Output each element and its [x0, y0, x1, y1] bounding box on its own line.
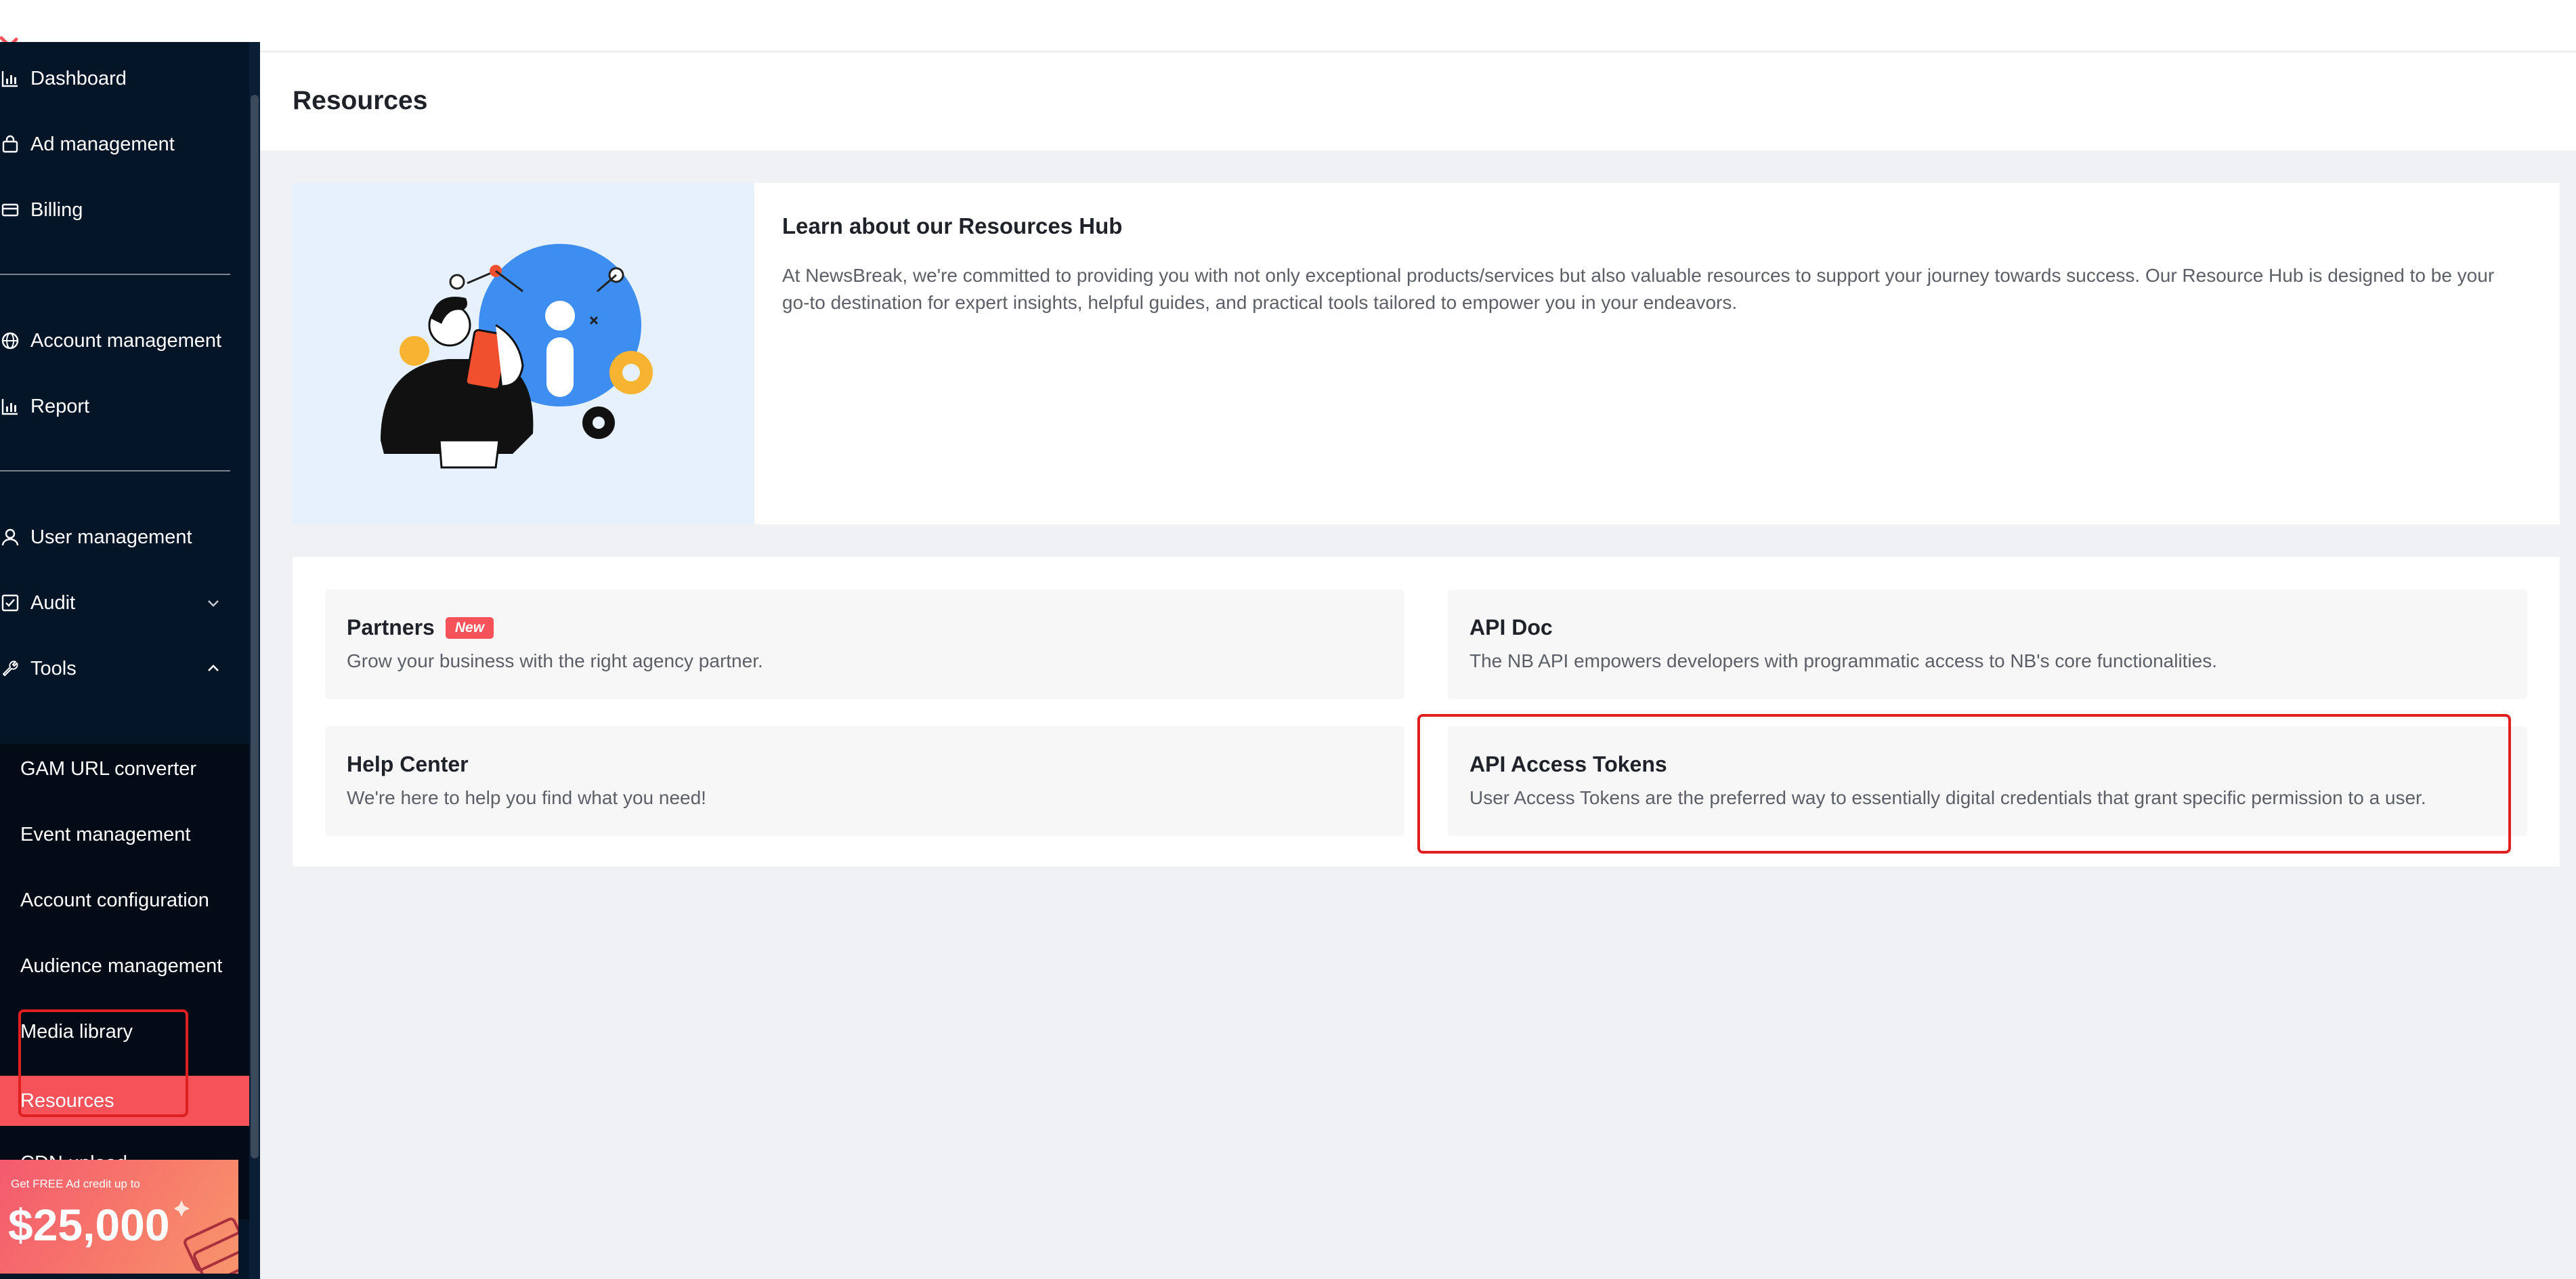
tools-submenu: GAM URL converter Event management Accou… — [0, 744, 249, 1219]
page-header: Resources — [260, 52, 2576, 150]
nav-label: Dashboard — [30, 67, 127, 89]
globe-icon — [0, 331, 20, 351]
card-title: Partners — [347, 615, 435, 640]
nav-label: Ad management — [30, 133, 175, 155]
credit-card-icon — [0, 200, 20, 220]
nav-tools[interactable]: Tools — [0, 645, 249, 692]
top-bar — [0, 0, 2576, 52]
nav-label: User management — [30, 526, 192, 548]
sidebar-divider — [0, 274, 230, 275]
nav-report[interactable]: Report — [0, 383, 249, 430]
hero-illustration — [293, 183, 754, 524]
nav-dashboard[interactable]: Dashboard — [0, 55, 249, 102]
submenu-audience-management[interactable]: Audience management — [0, 941, 249, 991]
hero-description: At NewsBreak, we're committed to providi… — [782, 265, 2495, 313]
promo-text: Get FREE Ad credit up to — [11, 1177, 140, 1190]
nav-label: Billing — [30, 198, 83, 221]
hero-title: Learn about our Resources Hub — [782, 213, 1123, 238]
money-illustration-icon — [175, 1200, 238, 1274]
sidebar-scrollbar-thumb[interactable] — [251, 95, 259, 1158]
nav-ad-management[interactable]: Ad management — [0, 121, 249, 168]
nav-label: Audit — [30, 591, 76, 614]
card-title-row: Partners New — [347, 615, 494, 640]
submenu-resources[interactable]: Resources — [0, 1076, 249, 1126]
nav-label: Account management — [30, 329, 222, 352]
nav-account-management[interactable]: Account management — [0, 317, 249, 364]
nav-billing[interactable]: Billing — [0, 186, 249, 234]
nav-user-management[interactable]: User management — [0, 513, 249, 561]
card-api-access-tokens[interactable]: API Access Tokens User Access Tokens are… — [1448, 726, 2527, 836]
checkbox-icon — [0, 593, 20, 613]
card-description: User Access Tokens are the preferred way… — [1469, 787, 2426, 808]
wrench-icon — [0, 658, 20, 679]
submenu-gam-url-converter[interactable]: GAM URL converter — [0, 744, 249, 794]
card-title: API Doc — [1469, 615, 1553, 640]
promo-banner[interactable]: Get FREE Ad credit up to $25,000 — [0, 1160, 238, 1274]
promo-amount: $25,000 — [8, 1200, 170, 1250]
card-description: We're here to help you find what you nee… — [347, 787, 706, 808]
new-badge: New — [445, 616, 494, 639]
card-description: The NB API empowers developers with prog… — [1469, 650, 2218, 671]
reading-person-illustration-icon — [381, 244, 653, 469]
page-title: Resources — [293, 86, 428, 115]
user-icon — [0, 527, 20, 547]
submenu-account-configuration[interactable]: Account configuration — [0, 875, 249, 925]
shopping-bag-icon — [0, 134, 20, 154]
nav-audit[interactable]: Audit — [0, 579, 249, 627]
resource-cards: Partners New Grow your business with the… — [293, 557, 2560, 866]
submenu-media-library[interactable]: Media library — [0, 1007, 249, 1057]
card-api-doc[interactable]: API Doc The NB API empowers developers w… — [1448, 589, 2527, 699]
card-partners[interactable]: Partners New Grow your business with the… — [325, 589, 1404, 699]
chevron-up-icon — [208, 665, 219, 671]
card-description: Grow your business with the right agency… — [347, 650, 763, 671]
submenu-event-management[interactable]: Event management — [0, 810, 249, 860]
nav-label: Tools — [30, 657, 77, 679]
sidebar-divider — [0, 470, 230, 471]
bar-chart-icon — [0, 396, 20, 417]
nav-label: Report — [30, 395, 90, 417]
card-title: Help Center — [347, 752, 469, 776]
bar-chart-icon — [0, 68, 20, 89]
sidebar: Dashboard Ad management Billing Account … — [0, 42, 260, 1279]
card-title: API Access Tokens — [1469, 752, 1667, 776]
resources-hub-hero: Learn about our Resources Hub At NewsBre… — [293, 183, 2560, 524]
card-help-center[interactable]: Help Center We're here to help you find … — [325, 726, 1404, 836]
chevron-down-icon — [208, 600, 219, 607]
